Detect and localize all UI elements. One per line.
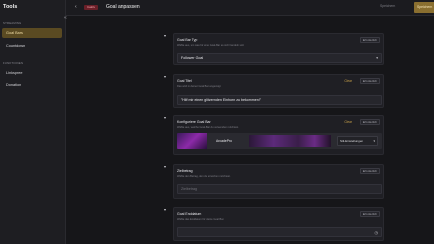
end-date-input[interactable]: ◷ <box>177 227 382 237</box>
card-title: Zielbetrag <box>177 169 193 173</box>
card-goal-title: Goal Titel Das wird in deiner Goal Bar a… <box>173 74 384 108</box>
card-description: Wähle das Enddatum für deine Goal Bar. <box>177 218 225 221</box>
clock-icon[interactable]: ◷ <box>375 229 379 237</box>
goal-title-input[interactable]: "Hilf mir einen glitzernden Einhorn zu b… <box>177 95 382 105</box>
sidebar: Tools STREAMING Goal Bars Countdown FUNK… <box>0 0 66 244</box>
arrow-left-icon[interactable]: ‹ <box>75 4 77 10</box>
card-configure-goal-bar: Konfiguriere Goal Bar Wähle aus, welche … <box>173 115 384 155</box>
clear-button[interactable]: Clear <box>344 79 352 83</box>
sidebar-item-linkspree[interactable]: Linkspree <box>2 68 62 78</box>
card-goal-end-date: Goal Enddatum Wähle das Enddatum für dei… <box>173 207 384 241</box>
page-title: Goal anpassen <box>106 4 140 10</box>
chevron-down-icon: ▾ <box>376 56 378 60</box>
collapse-card-icon[interactable]: ▾ <box>164 207 166 212</box>
card-description: Wähle aus, um was für eine Goal-Bar es s… <box>177 44 245 47</box>
card-description: Wähle den Betrag, den du erreichen möcht… <box>177 175 231 178</box>
required-badge: Erforderlich <box>359 37 380 43</box>
top-bar: ‹ Inaktiv Goal anpassen Speichern Speich… <box>66 0 434 16</box>
preview-thumbnail <box>177 133 207 149</box>
card-title: Goal Titel <box>177 79 192 83</box>
sidebar-item-goal-bars[interactable]: Goal Bars <box>2 28 62 38</box>
card-target-amount: Zielbetrag Wähle den Betrag, den du erre… <box>173 164 384 199</box>
card-description: Wähle aus, welche Goal-Bar du verwenden … <box>177 126 239 129</box>
goal-type-value: Follower Goal <box>181 56 204 60</box>
clear-button[interactable]: Clear <box>344 120 352 124</box>
card-title: Goal Bar Typ <box>177 38 198 42</box>
target-amount-input[interactable]: Zielbetrag <box>177 184 382 194</box>
sidebar-title: Tools <box>3 4 18 10</box>
required-badge: Erforderlich <box>359 119 380 125</box>
required-badge: Erforderlich <box>359 168 380 174</box>
required-badge: Erforderlich <box>359 78 380 84</box>
status-badge: Inaktiv <box>84 5 99 10</box>
style-select[interactable]: Stil-Einstellungen ▾ <box>337 136 378 146</box>
sidebar-item-countdown[interactable]: Countdown <box>2 41 62 51</box>
sidebar-section-streaming: STREAMING <box>3 21 22 25</box>
card-goal-bar-type: Goal Bar Typ Wähle aus, um was für eine … <box>173 33 384 65</box>
collapse-card-icon[interactable]: ▾ <box>164 33 166 38</box>
goal-bar-preview[interactable]: ArcadePro Stil-Einstellungen ▾ <box>177 133 382 149</box>
save-button[interactable]: Speichern <box>414 2 434 13</box>
collapse-card-icon[interactable]: ▾ <box>164 74 166 79</box>
card-description: Das wird in deiner Goal Bar angezeigt <box>177 85 221 88</box>
chevron-down-icon: ▾ <box>373 139 375 143</box>
style-select-value: Stil-Einstellungen <box>340 139 364 143</box>
collapse-card-icon[interactable]: ▾ <box>164 115 166 120</box>
preview-bar-image <box>249 135 331 147</box>
sidebar-section-funktionen: FUNKTIONEN <box>3 61 24 65</box>
sidebar-item-donation[interactable]: Donation <box>2 80 62 90</box>
card-title: Konfiguriere Goal Bar <box>177 120 211 124</box>
goal-type-select[interactable]: Follower Goal ▾ <box>177 53 382 63</box>
card-title: Goal Enddatum <box>177 212 202 216</box>
secondary-save-button[interactable]: Speichern <box>380 4 395 8</box>
required-badge: Erforderlich <box>359 211 380 217</box>
collapse-card-icon[interactable]: ▾ <box>164 164 166 169</box>
preview-name: ArcadePro <box>216 139 233 143</box>
